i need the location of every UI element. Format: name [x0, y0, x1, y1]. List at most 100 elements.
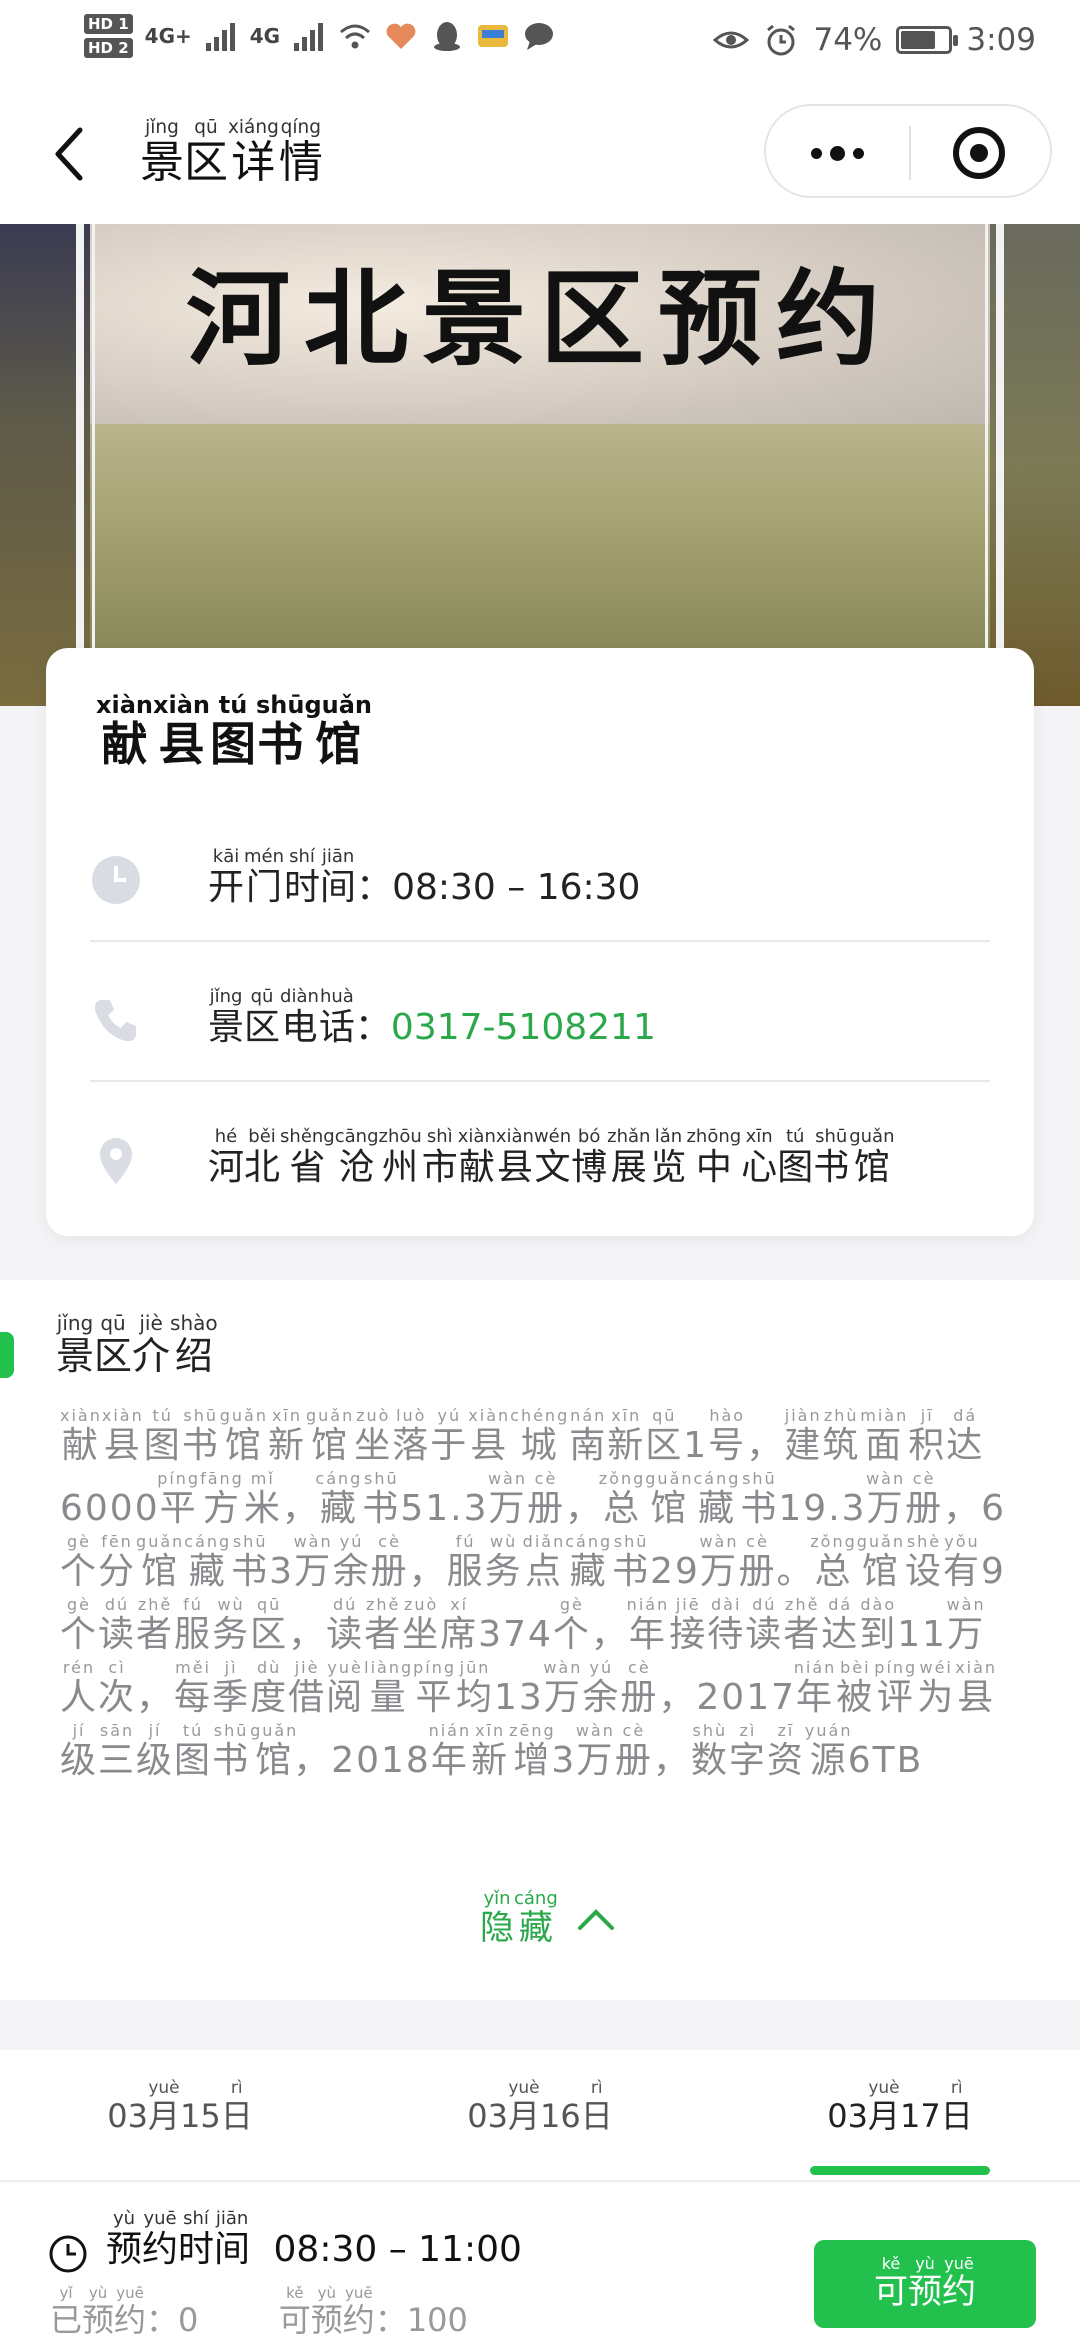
- address-row[interactable]: 河hé北běi省shěng沧cāng州zhōu市shì献xiàn县xiàn文wé…: [90, 1088, 990, 1228]
- ruby-char: 介jiè: [132, 1311, 171, 1378]
- battery-percent: 74%: [813, 22, 883, 58]
- intro-title: 景jǐng区qū介jiè绍shào: [56, 1311, 218, 1380]
- ruby-char: 已yǐ: [50, 2284, 83, 2339]
- plain-char: 15: [180, 2097, 221, 2135]
- ruby-char: 号hào: [708, 1406, 747, 1466]
- ruby-char: 每měi: [174, 1658, 213, 1718]
- ruby-char: 级jí: [60, 1721, 99, 1781]
- booked-label: 已yǐ预yù约yuē: [50, 2284, 147, 2339]
- ruby-char: 间jiān: [320, 846, 357, 908]
- ruby-char: 约yuē: [114, 2284, 147, 2339]
- plain-char: ，: [136, 1677, 175, 1718]
- ruby-char: 于yú: [430, 1406, 469, 1466]
- plain-char: 9: [981, 1551, 1006, 1592]
- intro-title-text: 景jǐng区qū介jiè绍shào: [56, 1311, 218, 1378]
- ruby-char: 册cè: [526, 1469, 565, 1529]
- ruby-char: 务wù: [212, 1595, 251, 1655]
- ruby-char: 县xiàn: [101, 1406, 144, 1466]
- ruby-char: 约yuē: [342, 2284, 375, 2339]
- hd-indicators: HD 1 HD 2: [84, 14, 133, 58]
- ruby-char: 次cì: [98, 1658, 137, 1718]
- ruby-char: 图tú: [210, 691, 256, 771]
- ruby-char: 景jǐng: [56, 1311, 95, 1378]
- plain-char: 6000: [60, 1488, 160, 1529]
- eye-icon: [713, 31, 750, 49]
- plain-char: 03: [827, 2097, 868, 2135]
- ruby-char: 文wén: [533, 1126, 572, 1188]
- ruby-char: 新xīn: [267, 1406, 306, 1466]
- ruby-char: 北běi: [244, 1126, 281, 1188]
- ruby-char: 积jī: [908, 1406, 947, 1466]
- date-tab[interactable]: 03月yuè16日rì: [360, 2078, 720, 2137]
- phone-number-link[interactable]: 0317-5108211: [391, 1007, 656, 1048]
- ruby-char: 藏cáng: [693, 1469, 741, 1529]
- ruby-char: 县xiàn: [468, 1406, 511, 1466]
- phone-label: 景jǐng区qū电diàn话huà: [208, 986, 355, 1048]
- ruby-char: 源yuán: [804, 1721, 853, 1781]
- more-button[interactable]: [766, 106, 909, 200]
- ruby-char: 书shū: [813, 1126, 850, 1188]
- plain-char: 17: [900, 2097, 941, 2135]
- address-value: 河hé北běi省shěng沧cāng州zhōu市shì献xiàn县xiàn文wé…: [208, 1126, 895, 1188]
- plain-char: 3: [551, 1740, 577, 1781]
- ruby-char: 达dá: [946, 1406, 985, 1466]
- ruby-char: 县xiàn: [495, 1126, 534, 1188]
- app-badge-icon: [478, 25, 509, 47]
- back-button[interactable]: [40, 124, 100, 184]
- ruby-char: 时shí: [284, 846, 321, 908]
- book-button[interactable]: 可kě预yù约yuē: [814, 2240, 1036, 2328]
- ruby-char: 平píng: [157, 1469, 201, 1529]
- plain-char: 13: [494, 1677, 544, 1718]
- ruby-char: 区qū: [94, 1311, 133, 1378]
- hd2-badge: HD 2: [84, 38, 133, 58]
- ruby-char: 书shū: [256, 691, 305, 771]
- ruby-char: 方fāng: [200, 1469, 244, 1529]
- ruby-char: 馆guǎn: [849, 1126, 895, 1188]
- ruby-char: 预yù: [310, 2284, 343, 2339]
- chevron-up-icon: [577, 1908, 614, 1930]
- mini-program-capsule: [764, 104, 1052, 198]
- booking-counts: 已yǐ预yù约yuē：0 可kě预yù约yuē：100: [50, 2284, 468, 2340]
- location-pin-icon: [100, 1138, 132, 1184]
- ruby-char: 预yù: [106, 2208, 143, 2270]
- ruby-char: 区qū: [184, 117, 228, 188]
- battery-fill: [901, 31, 936, 49]
- ruby-char: 馆guǎn: [645, 1469, 694, 1529]
- ruby-char: 绍shào: [170, 1311, 218, 1378]
- ruby-char: 落luò: [392, 1406, 431, 1466]
- navigation-bar: 景jǐng区qū详xiáng情qíng: [0, 92, 1080, 224]
- ruby-char: 景jǐng: [208, 986, 245, 1048]
- ruby-char: 平píng: [413, 1658, 457, 1718]
- collapse-toggle[interactable]: 隐yǐn藏cáng: [480, 1888, 616, 1949]
- ruby-char: 预yù: [908, 2253, 942, 2312]
- ruby-char: 读dú: [98, 1595, 137, 1655]
- ruby-char: 州zhōu: [378, 1126, 422, 1188]
- ruby-char: 书shū: [212, 1721, 251, 1781]
- ruby-char: 献xiàn: [96, 691, 153, 771]
- plain-char: ，: [658, 1677, 697, 1718]
- ruby-char: 点diǎn: [522, 1532, 566, 1592]
- close-mini-program-button[interactable]: [907, 106, 1050, 200]
- ruby-char: 到dào: [859, 1595, 898, 1655]
- phone-text: 景jǐng区qū电diàn话huà：0317-5108211: [208, 986, 656, 1050]
- intro-description: 献xiàn县xiàn图tú书shū馆guǎn新xīn馆guǎn坐zuò落luò于…: [60, 1406, 1020, 1792]
- clock-icon: [92, 856, 140, 904]
- signal-4g-plus-label: 4G+: [144, 24, 192, 48]
- ruby-char: 阅yuè: [326, 1658, 365, 1718]
- ruby-char: 馆guǎn: [856, 1532, 905, 1592]
- phone-row[interactable]: 景jǐng区qū电diàn话huà：0317-5108211: [90, 948, 990, 1088]
- ruby-char: 隐yǐn: [480, 1888, 514, 1948]
- date-tab[interactable]: 03月yuè17日rì: [720, 2078, 1080, 2137]
- ruby-char: 筑zhù: [822, 1406, 861, 1466]
- active-date-indicator: [810, 2166, 990, 2175]
- date-tab[interactable]: 03月yuè15日rì: [0, 2078, 360, 2137]
- ruby-char: 月yuè: [147, 2078, 180, 2135]
- booking-time: 预yù约yuē时shí间jiān 08:30 – 11:00: [106, 2208, 522, 2272]
- intro-description-text: 献xiàn县xiàn图tú书shū馆guǎn新xīn馆guǎn坐zuò落luò于…: [60, 1406, 1006, 1781]
- ruby-char: 书shū: [231, 1532, 270, 1592]
- ruby-char: 中zhōng: [686, 1126, 742, 1188]
- ruby-char: 可kě: [278, 2284, 311, 2339]
- ruby-char: 借jiè: [288, 1658, 327, 1718]
- plain-char: 。: [776, 1551, 815, 1592]
- ruby-char: 新xīn: [607, 1406, 646, 1466]
